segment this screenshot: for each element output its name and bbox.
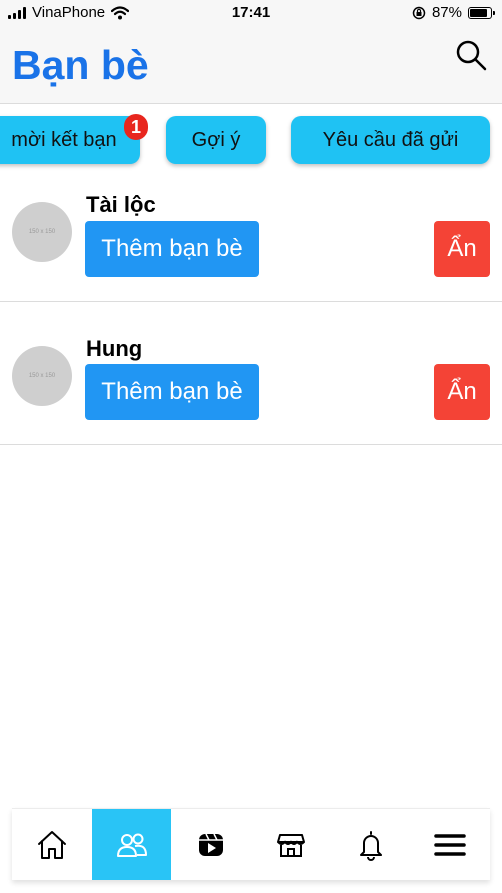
battery-percent: 87% <box>431 4 462 21</box>
rotation-lock-icon <box>412 6 426 19</box>
page-title: Bạn bè <box>12 42 149 88</box>
friend-name[interactable]: Tài lộc <box>86 192 156 218</box>
home-icon <box>37 830 66 859</box>
bottom-nav <box>12 808 490 880</box>
header: Bạn bè <box>0 26 502 104</box>
tab-label: mời kết bạn <box>11 128 117 151</box>
tab-sent-requests[interactable]: Yêu cầu đã gửi <box>291 116 490 164</box>
nav-marketplace[interactable] <box>251 809 331 880</box>
nav-friends[interactable] <box>91 809 172 880</box>
search-icon <box>456 40 487 71</box>
friends-icon <box>116 833 147 857</box>
nav-home[interactable] <box>12 809 92 880</box>
nav-menu[interactable] <box>410 809 490 880</box>
search-button[interactable] <box>454 38 488 72</box>
list-item: 150 x 150 Tài lộc Thêm bạn bè Ẩn <box>0 159 502 302</box>
nav-notifications[interactable] <box>331 809 411 880</box>
marketplace-icon <box>276 833 305 857</box>
tab-label: Yêu cầu đã gửi <box>322 128 459 151</box>
nav-video[interactable] <box>171 809 251 880</box>
hide-button[interactable]: Ẩn <box>434 221 490 277</box>
bell-icon <box>359 830 382 861</box>
tab-friend-requests[interactable]: mời kết bạn <box>0 116 140 164</box>
notification-badge: 1 <box>124 114 148 140</box>
status-bar: VinaPhone 17:41 87% <box>0 0 502 26</box>
status-right: 87% <box>412 4 495 21</box>
battery-icon <box>468 6 495 19</box>
list-item: 150 x 150 Hung Thêm bạn bè Ẩn <box>0 302 502 445</box>
add-friend-button[interactable]: Thêm bạn bè <box>85 364 259 420</box>
avatar[interactable]: 150 x 150 <box>12 202 72 262</box>
tab-suggestions[interactable]: Gợi ý <box>166 116 266 164</box>
video-icon <box>199 833 224 856</box>
friend-name[interactable]: Hung <box>86 336 142 362</box>
avatar[interactable]: 150 x 150 <box>12 346 72 406</box>
hide-button[interactable]: Ẩn <box>434 364 490 420</box>
tab-label: Gợi ý <box>191 128 241 151</box>
add-friend-button[interactable]: Thêm bạn bè <box>85 221 259 277</box>
menu-icon <box>434 833 466 856</box>
